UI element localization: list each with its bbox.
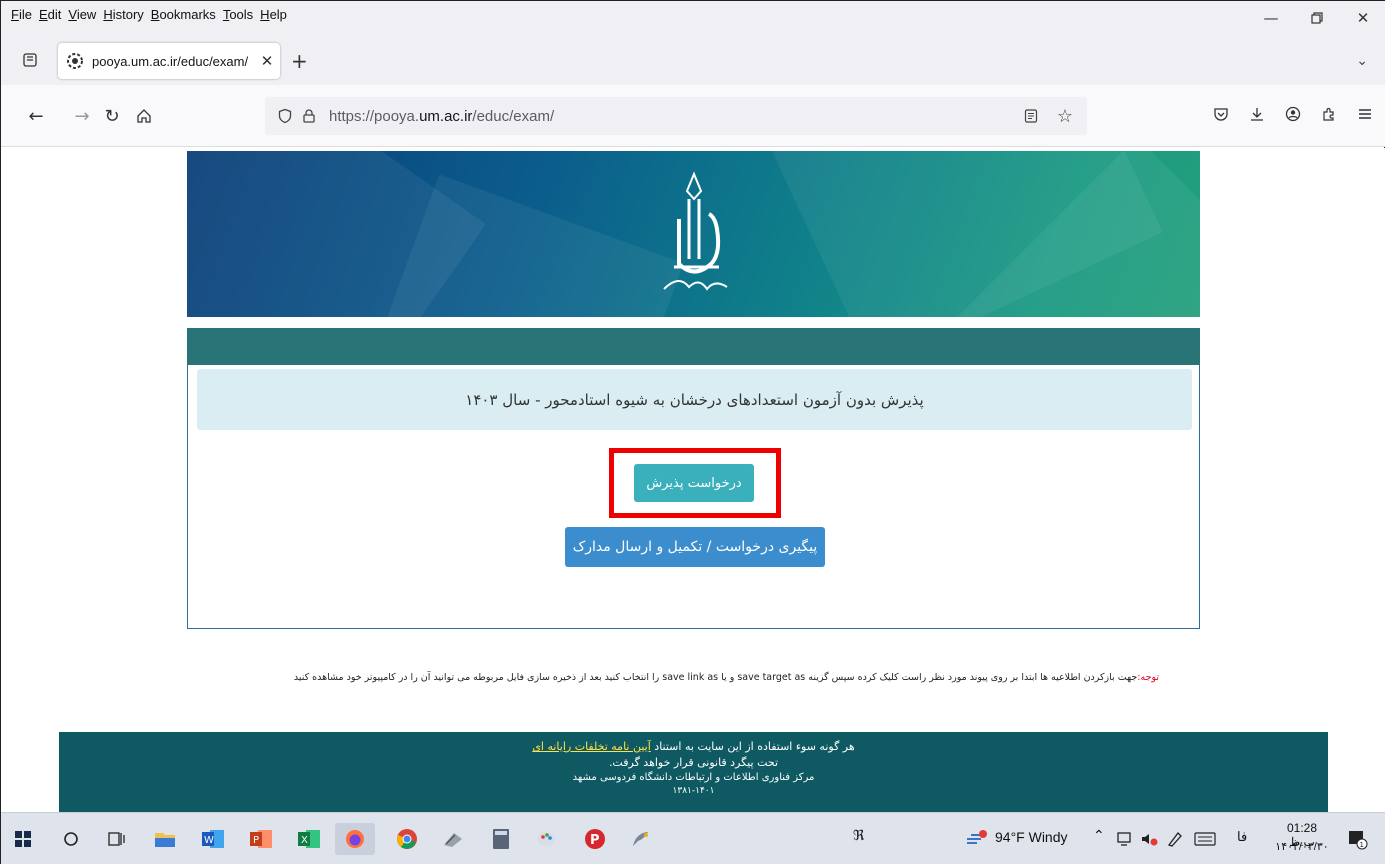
nav-bar: ← → ↻ https://pooya.um.ac.ir/educ/exam/ … bbox=[1, 85, 1385, 147]
firefox-icon[interactable] bbox=[335, 823, 375, 855]
word-icon[interactable]: W bbox=[197, 823, 229, 855]
taskbar: W P X P ℜ 94°F Windy ⌃ فا 01:28 ب.ظ ۱۴۰۳… bbox=[1, 812, 1385, 864]
excel-icon[interactable]: X bbox=[293, 823, 325, 855]
menu-bar: File Edit View History Bookmarks Tools Help — … bbox=[1, 1, 1385, 35]
people-icon[interactable]: ℜ bbox=[853, 827, 864, 844]
reader-view-icon[interactable] bbox=[1019, 104, 1043, 128]
menu-file[interactable]: File bbox=[11, 7, 32, 22]
language-indicator[interactable]: فا bbox=[1237, 829, 1247, 845]
keyboard-icon[interactable] bbox=[1189, 823, 1221, 855]
app-icon-1[interactable] bbox=[437, 823, 469, 855]
pocket-icon[interactable] bbox=[1210, 103, 1232, 125]
panel-header bbox=[187, 328, 1200, 365]
svg-text:X: X bbox=[301, 835, 308, 846]
reload-icon[interactable]: ↻ bbox=[99, 103, 125, 129]
tab-active[interactable]: pooya.um.ac.ir/educ/exam/ ✕ bbox=[58, 43, 280, 79]
footer-years: ۱۳۸۱-۱۴۰۱ bbox=[672, 786, 715, 796]
page-title: پذیرش بدون آزمون استعدادهای درخشان به شی… bbox=[465, 390, 924, 409]
university-logo bbox=[663, 171, 728, 291]
url-text: https://pooya.um.ac.ir/educ/exam/ bbox=[329, 107, 555, 125]
lock-icon[interactable] bbox=[297, 104, 321, 128]
footer-line1: هر گونه سوء استفاده از این سایت به استنا… bbox=[532, 740, 855, 753]
new-tab-icon[interactable]: + bbox=[291, 49, 308, 73]
panel-body: پذیرش بدون آزمون استعدادهای درخشان به شی… bbox=[187, 365, 1200, 629]
chrome-icon[interactable] bbox=[391, 823, 423, 855]
forward-icon[interactable]: → bbox=[69, 103, 95, 129]
task-view-icon[interactable] bbox=[101, 823, 133, 855]
tab-list-icon[interactable] bbox=[19, 49, 41, 71]
minimize-icon[interactable]: — bbox=[1248, 1, 1294, 35]
footer-line2: تحت پیگرد قانونی قرار خواهد گرفت. bbox=[608, 756, 779, 769]
weather-text[interactable]: 94°F Windy bbox=[995, 829, 1068, 845]
app-p-icon[interactable]: P bbox=[579, 823, 611, 855]
page-content: پذیرش بدون آزمون استعدادهای درخشان به شی… bbox=[1, 148, 1385, 812]
app-icon-2[interactable] bbox=[625, 823, 657, 855]
menu-help[interactable]: Help bbox=[260, 7, 287, 22]
clock-date[interactable]: ۱۴۰۳/۰۳/۳۰ bbox=[1273, 840, 1331, 853]
site-favicon-icon bbox=[67, 53, 83, 69]
url-bar[interactable]: https://pooya.um.ac.ir/educ/exam/ ☆ bbox=[265, 97, 1087, 135]
shield-icon[interactable] bbox=[273, 104, 297, 128]
svg-text:P: P bbox=[590, 833, 600, 848]
close-icon[interactable]: ✕ bbox=[1340, 1, 1385, 35]
info-box: پذیرش بدون آزمون استعدادهای درخشان به شی… bbox=[197, 369, 1192, 430]
file-explorer-icon[interactable] bbox=[149, 823, 181, 855]
download-icon[interactable] bbox=[1246, 103, 1268, 125]
apply-request-button[interactable]: درخواست پذیرش bbox=[634, 464, 754, 502]
chevron-down-icon[interactable]: ⌄ bbox=[1356, 53, 1368, 69]
notification-icon[interactable]: 1 bbox=[1341, 823, 1373, 855]
svg-text:P: P bbox=[253, 835, 259, 846]
search-icon[interactable] bbox=[55, 823, 87, 855]
regulation-link[interactable]: آیین نامه تخلفات رایانه ای bbox=[532, 740, 650, 753]
powerpoint-icon[interactable]: P bbox=[245, 823, 277, 855]
menu-items: File Edit View History Bookmarks Tools Help bbox=[1, 1, 294, 22]
restore-icon[interactable] bbox=[1294, 1, 1340, 35]
back-icon[interactable]: ← bbox=[23, 103, 49, 129]
menu-edit[interactable]: Edit bbox=[39, 7, 61, 22]
weather-icon[interactable] bbox=[961, 823, 993, 855]
track-request-button[interactable]: پیگیری درخواست / تکمیل و ارسال مدارک bbox=[565, 527, 825, 567]
pen-icon[interactable] bbox=[1159, 823, 1191, 855]
extensions-icon[interactable] bbox=[1318, 103, 1340, 125]
bookmark-star-icon[interactable]: ☆ bbox=[1053, 104, 1077, 128]
windows-start-icon[interactable] bbox=[7, 823, 39, 855]
footer-line3: مرکز فناوری اطلاعات و ارتباطات دانشگاه ف… bbox=[572, 772, 815, 783]
window-controls: — ✕ bbox=[1248, 1, 1385, 35]
account-icon[interactable] bbox=[1282, 103, 1304, 125]
tab-close-icon[interactable]: ✕ bbox=[254, 52, 280, 70]
menu-tools[interactable]: Tools bbox=[223, 7, 253, 22]
hamburger-menu-icon[interactable] bbox=[1354, 103, 1376, 125]
svg-text:W: W bbox=[204, 835, 214, 846]
toolbar-right bbox=[1210, 103, 1376, 125]
footer: هر گونه سوء استفاده از این سایت به استنا… bbox=[59, 732, 1328, 812]
university-banner bbox=[187, 151, 1200, 317]
menu-history[interactable]: History bbox=[103, 7, 143, 22]
notice-text: توجه:جهت بازکردن اطلاعیه ها ابتدا بر روی… bbox=[187, 672, 1159, 683]
menu-view[interactable]: View bbox=[68, 7, 96, 22]
chevron-up-icon[interactable]: ⌃ bbox=[1093, 827, 1105, 844]
menu-bookmarks[interactable]: Bookmarks bbox=[151, 7, 216, 22]
tab-title: pooya.um.ac.ir/educ/exam/ bbox=[92, 53, 249, 69]
calculator-icon[interactable] bbox=[485, 823, 517, 855]
notice-body: جهت بازکردن اطلاعیه ها ابتدا بر روی پیون… bbox=[293, 672, 1138, 683]
svg-text:1: 1 bbox=[1360, 841, 1364, 849]
paint-icon[interactable] bbox=[531, 823, 563, 855]
tab-strip: pooya.um.ac.ir/educ/exam/ ✕ + ⌄ bbox=[1, 35, 1385, 85]
home-icon[interactable] bbox=[131, 103, 157, 129]
notice-label: توجه: bbox=[1137, 672, 1159, 683]
